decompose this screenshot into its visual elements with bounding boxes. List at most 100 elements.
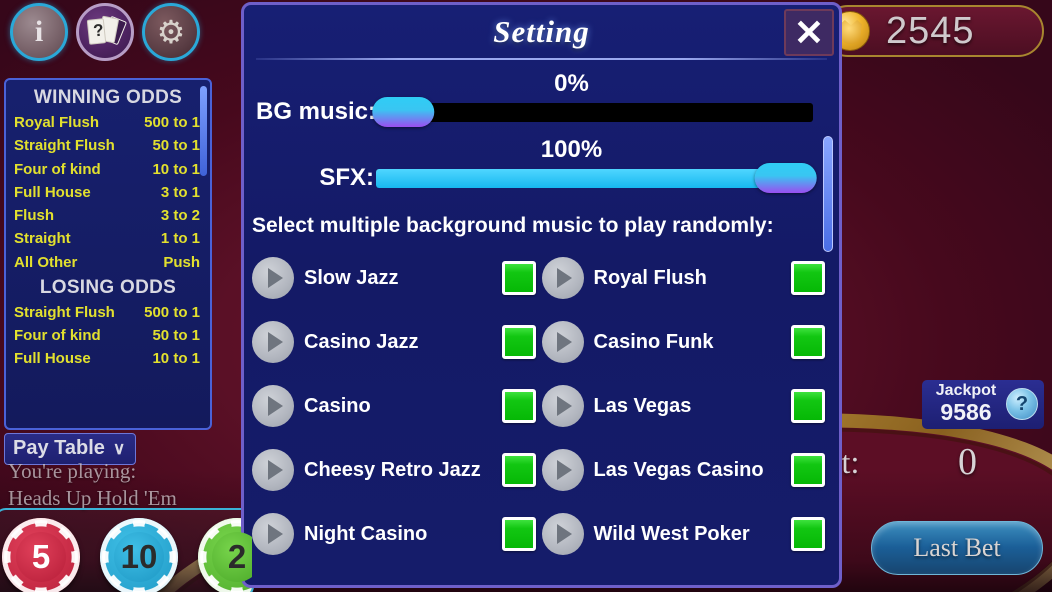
music-track-label: Cheesy Retro Jazz <box>304 458 481 481</box>
table-row: Straight Flush 50 to 1 <box>14 134 202 157</box>
cards-question-icon: ? <box>86 15 128 49</box>
music-track-checkbox[interactable] <box>791 261 825 295</box>
bg-music-slider-row: BG music: <box>244 97 839 127</box>
list-item[interactable]: Night Casino <box>252 502 536 566</box>
close-icon[interactable]: ✕ <box>784 9 834 56</box>
help-cards-button[interactable]: ? <box>76 3 134 61</box>
music-track-checkbox[interactable] <box>791 325 825 359</box>
payout-value: 50 to 1 <box>152 137 200 155</box>
list-item[interactable]: Las Vegas <box>541 374 825 438</box>
list-item[interactable]: Slow Jazz <box>252 246 536 310</box>
hand-label: All Other <box>14 253 78 271</box>
music-track-label: Casino Funk <box>593 330 714 353</box>
payout-value: 1 to 1 <box>160 230 200 248</box>
list-item[interactable]: Royal Flush <box>541 246 825 310</box>
list-item[interactable]: Casino Funk <box>541 310 825 374</box>
payout-value: 10 to 1 <box>152 160 200 178</box>
music-track-checkbox[interactable] <box>791 389 825 423</box>
odds-panel-scrollbar[interactable] <box>200 86 207 176</box>
losing-odds-title: LOSING ODDS <box>39 276 177 298</box>
table-row: Four of kind 10 to 1 <box>14 158 202 181</box>
page-title: Setting <box>493 14 590 49</box>
sfx-label: SFX: <box>319 164 374 191</box>
chip-value: 10 <box>120 538 158 575</box>
hand-label: Full House <box>14 350 91 368</box>
play-icon[interactable] <box>541 385 584 427</box>
settings-button[interactable]: ⚙ <box>142 3 200 61</box>
sfx-slider-row: SFX: <box>244 163 839 193</box>
music-track-label: Night Casino <box>304 522 428 545</box>
hand-label: Four of kind <box>14 327 101 344</box>
music-track-checkbox[interactable] <box>501 389 536 423</box>
info-icon: i <box>34 15 44 48</box>
hand-label: Four of kind <box>14 160 101 178</box>
chip-5[interactable]: 5 <box>2 518 80 592</box>
hand-label: Flush <box>14 207 54 224</box>
music-track-label: Casino Jazz <box>304 330 419 353</box>
payout-value: 10 to 1 <box>152 350 200 368</box>
play-icon[interactable] <box>252 257 294 299</box>
hand-label: Full House <box>14 183 91 201</box>
music-track-checkbox[interactable] <box>791 517 825 551</box>
sfx-slider[interactable] <box>376 163 817 193</box>
info-button[interactable]: i <box>10 3 68 61</box>
settings-dialog: Setting ✕ 0% BG music: 100% SFX: Select … <box>241 2 842 588</box>
table-row: Full House 3 to 1 <box>14 181 202 204</box>
odds-panel[interactable]: WINNING ODDS Royal Flush 500 to 1 Straig… <box>4 78 212 430</box>
play-icon[interactable] <box>252 513 294 555</box>
bg-music-slider-knob[interactable] <box>372 97 435 127</box>
bg-music-slider[interactable] <box>372 97 813 127</box>
chip-value: 5 <box>31 538 51 575</box>
jackpot-value: 9586 <box>940 398 992 425</box>
payout-value: 3 to 1 <box>160 183 200 201</box>
list-item[interactable]: Casino <box>252 374 536 438</box>
music-track-grid: Slow Jazz Royal Flush Casino Jazz Casino… <box>244 238 839 566</box>
last-bet-button[interactable]: Last Bet <box>871 521 1043 575</box>
hand-label: Straight <box>14 230 71 248</box>
music-track-checkbox[interactable] <box>791 453 825 487</box>
chip-10[interactable]: 10 <box>100 518 178 592</box>
jackpot-panel[interactable]: Jackpot 9586 ? <box>922 380 1044 429</box>
music-track-label: Royal Flush <box>593 266 707 289</box>
list-item[interactable]: Las Vegas Casino <box>541 438 825 502</box>
music-track-checkbox[interactable] <box>501 325 536 359</box>
select-music-heading: Select multiple background music to play… <box>252 214 774 237</box>
sfx-slider-block: 100% SFX: <box>244 136 839 193</box>
play-icon[interactable] <box>252 449 294 491</box>
music-track-label: Las Vegas <box>593 394 692 417</box>
sfx-slider-knob[interactable] <box>754 163 817 193</box>
sfx-slider-fill <box>376 168 813 188</box>
bg-music-slider-block: 0% BG music: <box>244 70 839 127</box>
play-icon[interactable] <box>252 385 294 427</box>
game-screen: i ? ⚙ 2545 WINNING ODDS Royal Flush 500 … <box>0 0 1052 592</box>
chevron-down-icon: ∨ <box>112 439 126 458</box>
payout-value: 3 to 2 <box>160 207 200 224</box>
pay-table-label: Pay Table <box>13 437 105 459</box>
music-track-checkbox[interactable] <box>501 453 536 487</box>
play-icon[interactable] <box>541 449 584 491</box>
hand-label: Royal Flush <box>14 114 100 131</box>
play-icon[interactable] <box>541 513 584 555</box>
payout-value: 50 to 1 <box>152 327 200 344</box>
table-row: All Other Push <box>14 251 202 274</box>
hand-label: Straight Flush <box>14 137 115 155</box>
bg-music-label: BG music: <box>256 98 377 125</box>
hand-label: Straight Flush <box>14 303 115 321</box>
list-item[interactable]: Cheesy Retro Jazz <box>252 438 536 502</box>
dialog-scrollbar[interactable] <box>823 136 833 252</box>
music-track-checkbox[interactable] <box>501 261 536 295</box>
play-icon[interactable] <box>252 321 294 363</box>
coin-balance-bar[interactable]: 2545 <box>822 5 1044 57</box>
winning-odds-title: WINNING ODDS <box>33 87 183 108</box>
play-icon[interactable] <box>541 321 584 363</box>
question-mark-icon[interactable]: ? <box>1006 388 1038 421</box>
payout-value: 500 to 1 <box>144 303 200 321</box>
chip-tray: 5 10 2 <box>0 508 254 592</box>
play-icon[interactable] <box>541 257 584 299</box>
music-track-label: Las Vegas Casino <box>593 458 764 481</box>
music-track-checkbox[interactable] <box>501 517 536 551</box>
table-row: Straight 1 to 1 <box>14 227 202 250</box>
list-item[interactable]: Wild West Poker <box>541 502 825 566</box>
payout-value: Push <box>163 253 200 271</box>
list-item[interactable]: Casino Jazz <box>252 310 536 374</box>
